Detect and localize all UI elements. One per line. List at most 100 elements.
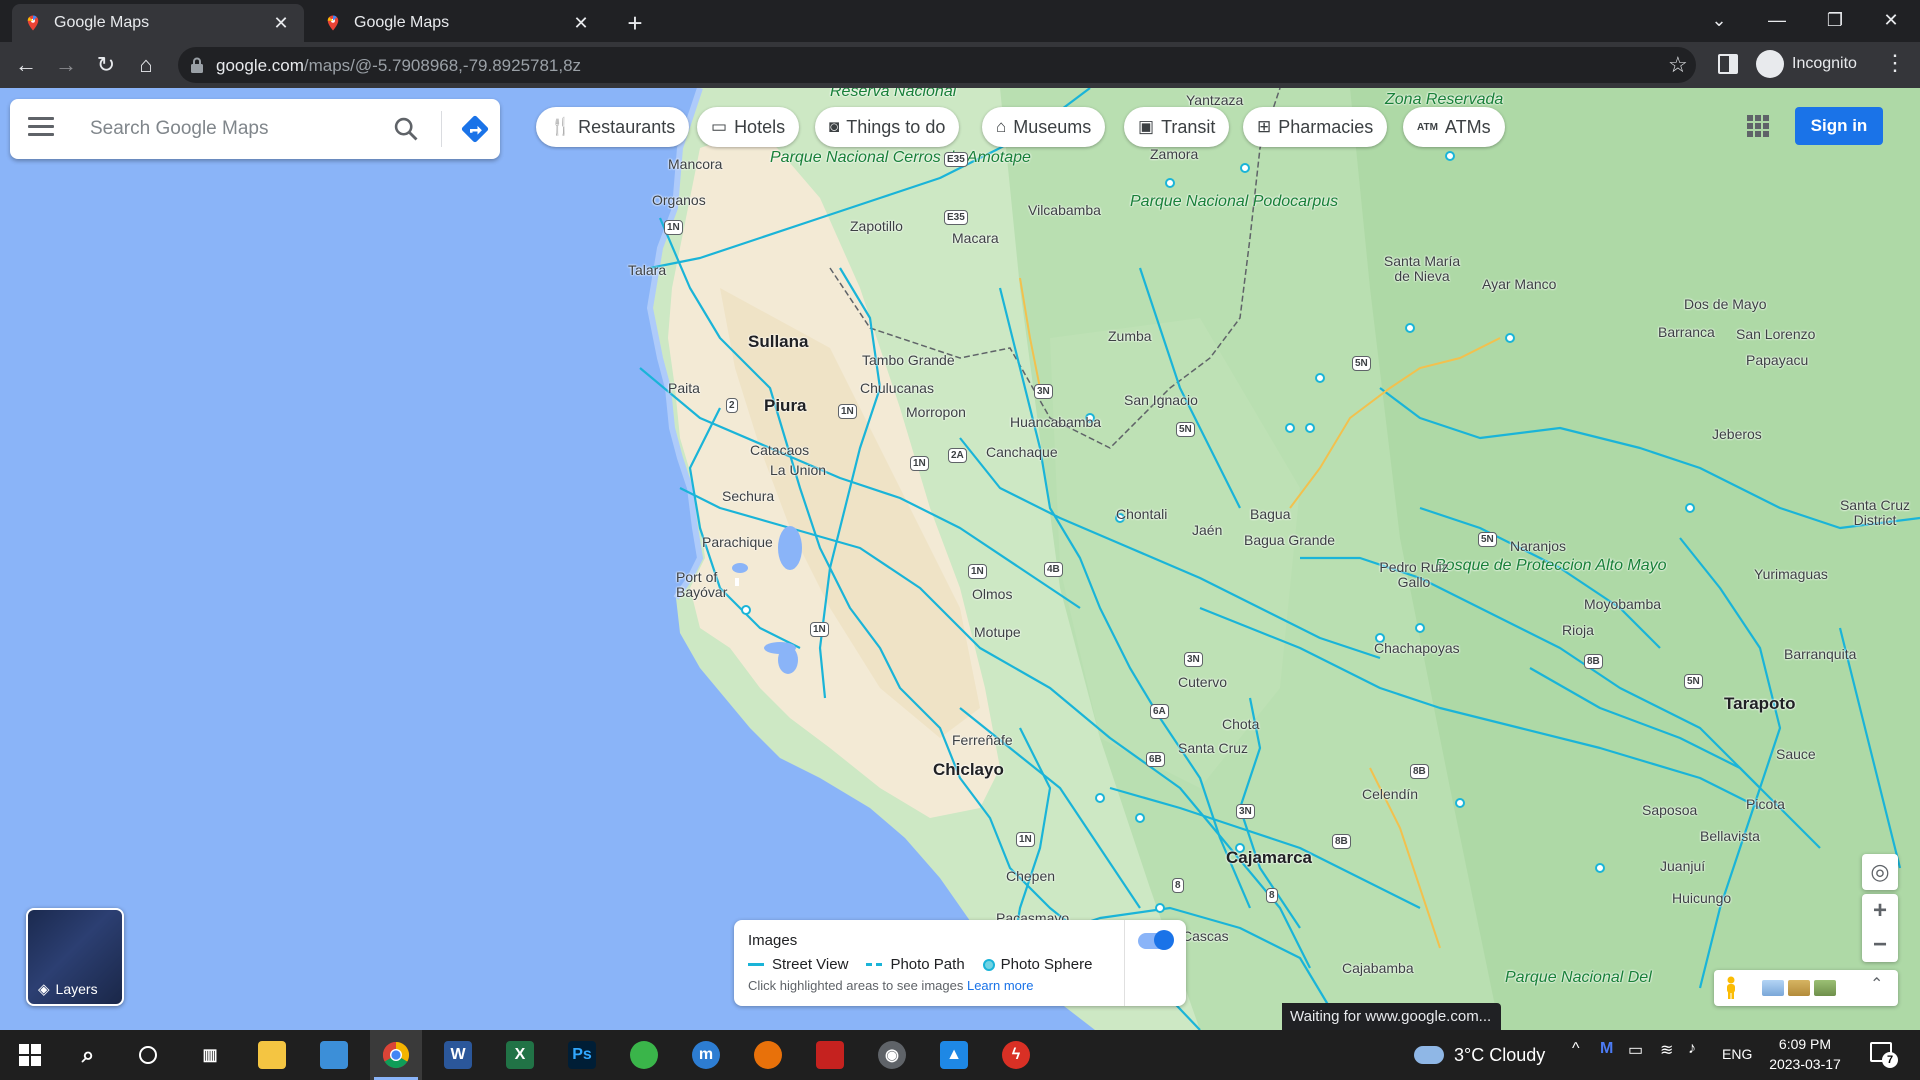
map-label-city[interactable]: Chiclayo xyxy=(933,760,1004,780)
photoshop-button[interactable]: Ps xyxy=(556,1030,608,1080)
map-label-place[interactable]: Chachapoyas xyxy=(1374,640,1460,656)
photos-button[interactable]: ▲ xyxy=(928,1030,980,1080)
search-icon[interactable] xyxy=(392,115,420,143)
map-label-place[interactable]: Jeberos xyxy=(1712,426,1762,442)
map-label-place[interactable]: Jaén xyxy=(1192,522,1222,538)
app-red-button[interactable] xyxy=(804,1030,856,1080)
map-label-place[interactable]: Sauce xyxy=(1776,746,1816,762)
map-label-place[interactable]: Santa Cruz District xyxy=(1838,498,1912,528)
map-label-place[interactable]: Chota xyxy=(1222,716,1259,732)
map-label-place[interactable]: Barranquita xyxy=(1784,646,1856,662)
map-label-place[interactable]: Zapotillo xyxy=(850,218,903,234)
map-label-place[interactable]: Pedro Ruiz Gallo xyxy=(1378,560,1450,590)
search-input[interactable] xyxy=(88,115,378,143)
excel-button[interactable]: X xyxy=(494,1030,546,1080)
map-label-place[interactable]: Naranjos xyxy=(1510,538,1566,554)
file-explorer-button[interactable] xyxy=(246,1030,298,1080)
chip-restaurants[interactable]: 🍴 Restaurants xyxy=(536,107,690,147)
chip-things-to-do[interactable]: ◙ Things to do xyxy=(815,107,960,147)
home-button[interactable]: ⌂ xyxy=(130,49,162,81)
chip-museums[interactable]: ⌂ Museums xyxy=(982,107,1106,147)
map-label-place[interactable]: Ayar Manco xyxy=(1482,276,1556,292)
map-canvas[interactable]: Parque Nacional Cerros de Amotape Parque… xyxy=(0,88,1920,1030)
zoom-out-button[interactable]: − xyxy=(1862,928,1898,962)
map-label-place[interactable]: Talara xyxy=(628,262,666,278)
tab-search-chevron-icon[interactable]: ⌄ xyxy=(1690,0,1748,40)
map-label-city[interactable]: Piura xyxy=(764,396,807,416)
map-label-place[interactable]: Yurimaguas xyxy=(1754,566,1828,582)
map-label-place[interactable]: Bellavista xyxy=(1700,828,1760,844)
wifi-icon[interactable]: ≋ xyxy=(1660,1040,1673,1060)
map-label-place[interactable]: Saposoa xyxy=(1642,802,1697,818)
map-label-place[interactable]: Cajabamba xyxy=(1342,960,1414,976)
pegman-icon[interactable] xyxy=(1724,976,1738,1000)
map-label-place[interactable]: San Lorenzo xyxy=(1736,326,1815,342)
imagery-thumbnail[interactable] xyxy=(1762,980,1784,996)
weather-widget[interactable]: 3°C Cloudy xyxy=(1414,1030,1545,1080)
map-label-place[interactable]: Dos de Mayo xyxy=(1684,296,1766,312)
imagery-thumbnail[interactable] xyxy=(1814,980,1836,996)
forward-button[interactable]: → xyxy=(50,49,82,81)
incognito-profile-button[interactable]: Incognito xyxy=(1756,50,1857,78)
chip-transit[interactable]: ▣ Transit xyxy=(1124,107,1230,147)
google-apps-icon[interactable] xyxy=(1747,115,1769,137)
map-label-city[interactable]: Cajamarca xyxy=(1226,848,1312,868)
imagery-thumbnail[interactable] xyxy=(1788,980,1810,996)
minimize-button[interactable]: — xyxy=(1748,0,1806,40)
side-panel-icon[interactable] xyxy=(1718,54,1738,74)
street-view-layer-toggle[interactable] xyxy=(1138,930,1174,950)
map-label-place[interactable]: San Ignacio xyxy=(1124,392,1198,408)
clock[interactable]: 6:09 PM 2023-03-17 xyxy=(1760,1034,1850,1074)
battery-icon[interactable]: ▭ xyxy=(1628,1040,1643,1060)
chip-hotels[interactable]: ▭ Hotels xyxy=(697,107,800,147)
map-label-place[interactable]: Port of Bayóvar xyxy=(676,570,736,600)
map-label-city[interactable]: Tarapoto xyxy=(1724,694,1795,714)
map-label-place[interactable]: Olmos xyxy=(972,586,1012,602)
volume-icon[interactable]: ♪ xyxy=(1688,1040,1696,1058)
map-label-forest[interactable]: Bosque de Proteccion Alto Mayo xyxy=(1435,558,1667,574)
map-label-place[interactable]: Chulucanas xyxy=(860,380,934,396)
map-label-place[interactable]: Picota xyxy=(1746,796,1785,812)
restore-button[interactable]: ❐ xyxy=(1806,0,1864,40)
language-indicator[interactable]: ENG xyxy=(1722,1046,1752,1062)
new-tab-button[interactable]: + xyxy=(620,8,650,38)
map-label-place[interactable]: Motupe xyxy=(974,624,1021,640)
map-label-place[interactable]: Bagua xyxy=(1250,506,1290,522)
app-flash-button[interactable]: ϟ xyxy=(990,1030,1042,1080)
control-panel-button[interactable] xyxy=(308,1030,360,1080)
app-disc-button[interactable]: ◉ xyxy=(866,1030,918,1080)
my-location-button[interactable]: ◎ xyxy=(1862,854,1898,890)
tab-google-maps-1[interactable]: Google Maps ✕ xyxy=(12,4,304,42)
map-label-place[interactable]: Santa María de Nieva xyxy=(1382,254,1462,284)
search-taskbar-button[interactable]: ⌕ xyxy=(62,1030,114,1080)
map-label-place[interactable]: Tambo Grande xyxy=(862,352,955,368)
expand-chevron-icon[interactable]: ⌃ xyxy=(1870,974,1883,994)
map-label-place[interactable]: Vilcabamba xyxy=(1028,202,1101,218)
tray-app-icon[interactable]: M xyxy=(1600,1040,1613,1058)
chrome-taskbar-button[interactable] xyxy=(370,1030,422,1080)
browser-menu-icon[interactable]: ⋮ xyxy=(1884,50,1906,76)
learn-more-link[interactable]: Learn more xyxy=(967,978,1033,993)
start-button[interactable] xyxy=(4,1030,56,1080)
chip-pharmacies[interactable]: ⊞ Pharmacies xyxy=(1243,107,1388,147)
directions-icon[interactable] xyxy=(460,114,490,144)
map-label-place[interactable]: La Union xyxy=(770,462,826,478)
back-button[interactable]: ← xyxy=(10,49,42,81)
map-label-place[interactable]: Juanjuí xyxy=(1660,858,1705,874)
close-window-button[interactable]: ✕ xyxy=(1862,0,1920,40)
map-label-place[interactable]: Macara xyxy=(952,230,999,246)
tray-chevron-icon[interactable]: ^ xyxy=(1572,1040,1580,1058)
layers-button[interactable]: ◈ Layers xyxy=(26,908,124,1006)
menu-hamburger-icon[interactable] xyxy=(28,117,54,141)
bookmark-star-icon[interactable]: ☆ xyxy=(1668,52,1688,78)
cortana-button[interactable] xyxy=(122,1030,174,1080)
map-label-place[interactable]: Barranca xyxy=(1658,324,1715,340)
map-label-place[interactable]: Moyobamba xyxy=(1584,596,1661,612)
map-label-place[interactable]: Canchaque xyxy=(986,444,1058,460)
map-label-place[interactable]: Cascas xyxy=(1182,928,1229,944)
zoom-in-button[interactable]: + xyxy=(1862,894,1898,928)
lock-icon[interactable] xyxy=(190,56,204,74)
map-label-reserve[interactable]: Zona Reservada xyxy=(1385,92,1503,108)
map-label-place[interactable]: Chontali xyxy=(1116,506,1167,522)
map-label-place[interactable]: Organos xyxy=(652,192,706,208)
